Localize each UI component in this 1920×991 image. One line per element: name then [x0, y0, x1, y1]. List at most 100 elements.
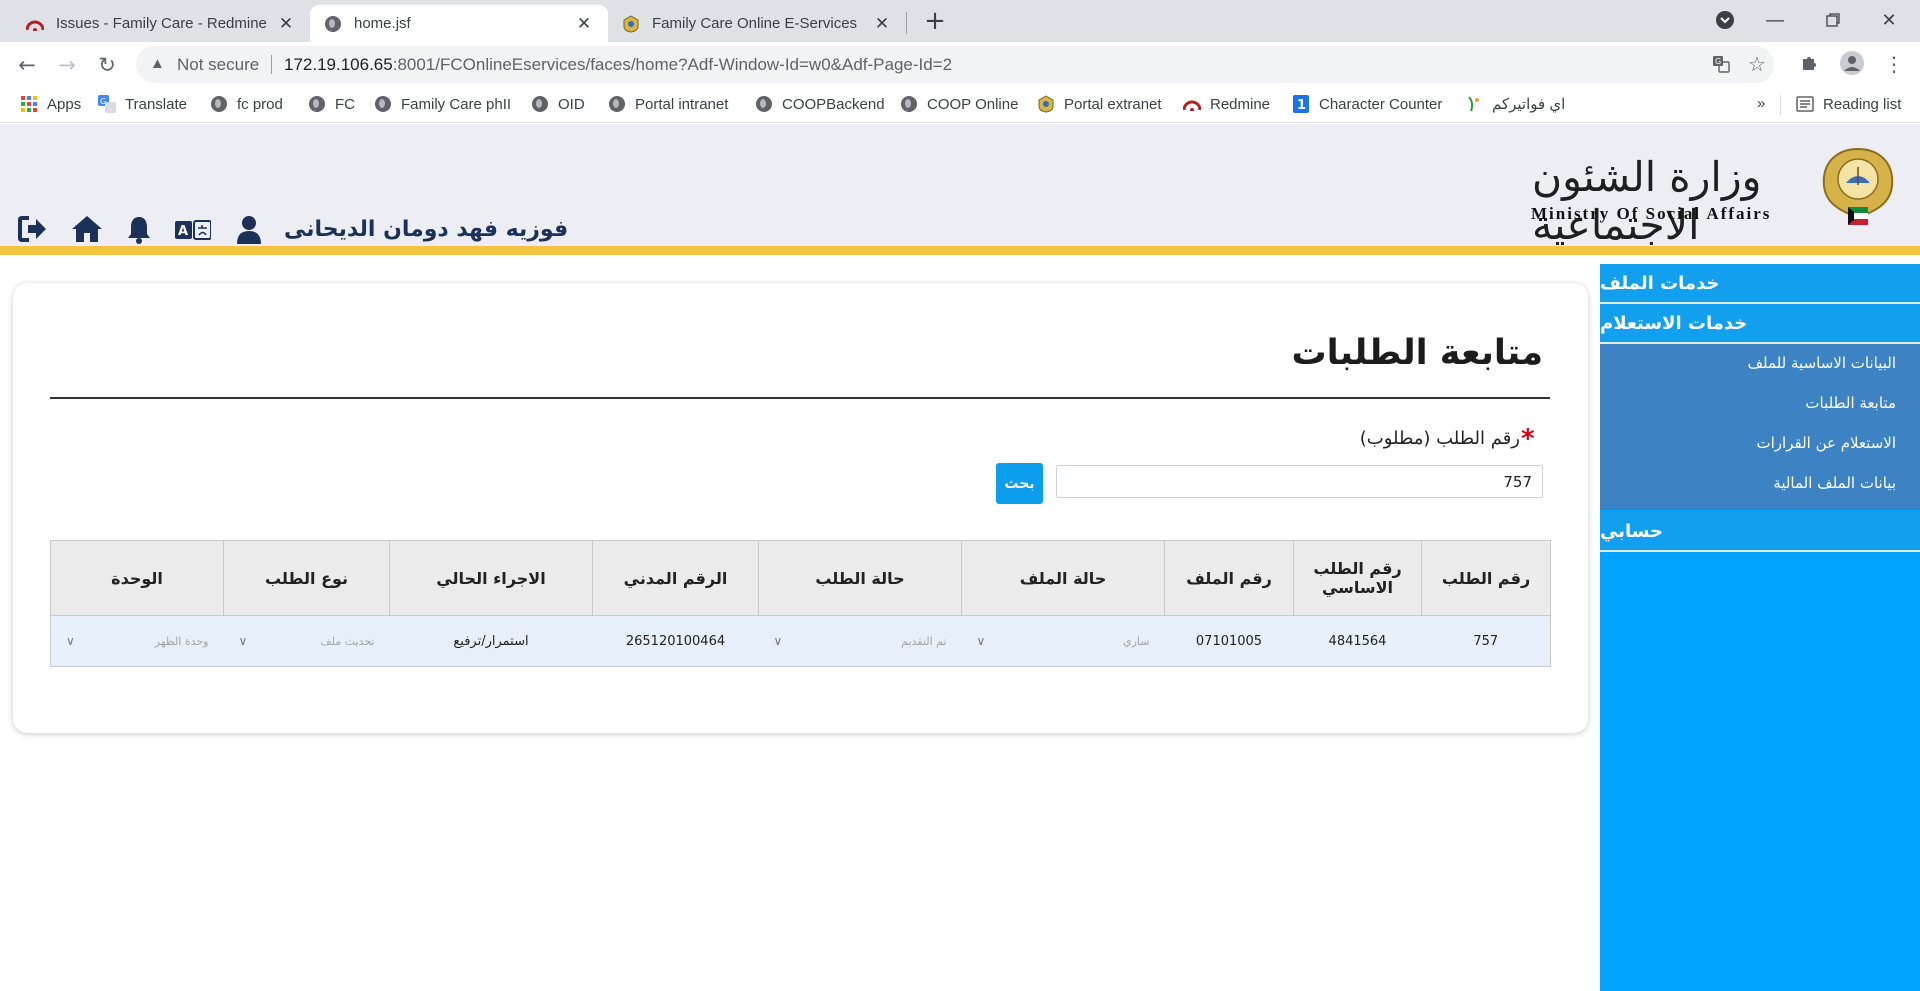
reading-list-button[interactable]: Reading list: [1796, 95, 1901, 113]
tab-redmine-issues[interactable]: Issues - Family Care - Redmine ✕: [12, 5, 310, 42]
notifications-bell-icon[interactable]: [126, 215, 152, 245]
bookmarks-overflow-button[interactable]: »: [1757, 95, 1765, 112]
bookmark-translate[interactable]: G Translate: [98, 95, 187, 113]
request-type-value: تحديث ملف: [320, 634, 375, 648]
sidebar-item-file-financial-data[interactable]: بيانات الملف المالية: [1600, 474, 1896, 492]
url-host: 172.19.106.65: [284, 55, 393, 74]
svg-text:G: G: [1715, 57, 1721, 66]
extensions-puzzle-icon[interactable]: [1800, 54, 1818, 77]
cell-file-status[interactable]: ∨ ساري: [961, 615, 1165, 667]
translate-page-icon[interactable]: G: [1712, 55, 1730, 78]
bookmark-coop-online[interactable]: COOP Online: [900, 95, 1018, 113]
bookmark-label: Redmine: [1210, 95, 1271, 113]
bookmark-family-care-phii[interactable]: Family Care phII: [374, 95, 511, 113]
close-window-icon[interactable]: ✕: [1866, 0, 1912, 40]
new-tab-button[interactable]: +: [922, 6, 948, 36]
column-header-request-no[interactable]: رقم الطلب: [1421, 540, 1551, 616]
language-toggle-icon[interactable]: A: [175, 220, 211, 240]
bookmark-label: OID: [558, 95, 585, 113]
chevron-down-icon: ∨: [238, 634, 248, 648]
cell-unit[interactable]: ∨ وحدة الظهر: [50, 615, 224, 667]
bookmark-label: Portal intranet: [635, 95, 729, 113]
cell-file-no: 07101005: [1164, 615, 1294, 667]
cell-request-type[interactable]: ∨ تحديث ملف: [223, 615, 390, 667]
forward-arrow-icon[interactable]: →: [52, 50, 82, 80]
bookmark-coopbackend[interactable]: COOPBackend: [755, 95, 885, 113]
sidebar-item-requests-tracking[interactable]: متابعة الطلبات: [1600, 394, 1896, 412]
bookmark-portal-extranet[interactable]: Portal extranet: [1037, 95, 1162, 113]
bookmark-invoices[interactable]: اي فواتيركم: [1465, 95, 1565, 113]
kebab-menu-icon[interactable]: ⋮: [1884, 52, 1904, 76]
table-row[interactable]: 757 4841564 07101005 ∨ ساري ∨ تم التقديم…: [50, 615, 1551, 667]
bookmarks-divider: [1780, 95, 1781, 115]
unit-select[interactable]: ∨ وحدة الظهر: [52, 634, 223, 648]
tab-family-care-eservices[interactable]: Family Care Online E-Services ✕: [608, 5, 906, 42]
column-header-file-status[interactable]: حالة الملف: [961, 540, 1165, 616]
close-tab-icon[interactable]: ✕: [276, 14, 296, 34]
reading-list-icon: [1796, 95, 1814, 113]
sidebar-section-inquiry-services[interactable]: خدمات الاستعلام: [1600, 304, 1920, 344]
chevron-down-icon: ∨: [976, 634, 986, 648]
file-status-select[interactable]: ∨ ساري: [963, 634, 1164, 648]
security-label[interactable]: Not secure: [177, 55, 259, 75]
title-divider: [50, 397, 1550, 399]
warning-triangle-icon: ▲: [150, 55, 165, 72]
home-icon[interactable]: [71, 215, 103, 243]
tab-separator: [906, 12, 907, 34]
redmine-icon: [26, 15, 44, 33]
table-header-row: رقم الطلب رقم الطلب الاساسي رقم الملف حا…: [50, 540, 1551, 616]
search-button[interactable]: بحث: [996, 463, 1043, 504]
cell-base-request-no: 4841564: [1293, 615, 1422, 667]
user-profile-icon[interactable]: [236, 215, 262, 245]
logout-icon[interactable]: [18, 215, 48, 243]
globe-icon: [755, 95, 773, 113]
close-tab-icon[interactable]: ✕: [574, 14, 594, 34]
bookmark-label: COOPBackend: [782, 95, 885, 113]
sidebar-section-account[interactable]: حسابي: [1600, 512, 1920, 552]
chevron-down-icon: ∨: [773, 634, 783, 648]
minimize-icon[interactable]: ―: [1752, 0, 1798, 40]
bookmark-apps[interactable]: Apps: [20, 95, 81, 113]
cell-request-no: 757: [1421, 615, 1551, 667]
restore-icon[interactable]: [1810, 0, 1856, 40]
invoice-icon: [1465, 95, 1483, 113]
column-header-unit[interactable]: الوحدة: [50, 540, 224, 616]
sidebar-section-file-services[interactable]: خدمات الملف: [1600, 264, 1920, 304]
sidebar-item-file-basic-data[interactable]: البيانات الاساسية للملف: [1600, 354, 1896, 372]
bookmark-star-icon[interactable]: ☆: [1748, 52, 1766, 77]
address-bar[interactable]: ▲ Not secure 172.19.106.65:8001/FCOnline…: [136, 46, 1774, 83]
bookmark-oid[interactable]: OID: [531, 95, 585, 113]
bookmark-redmine[interactable]: Redmine: [1183, 95, 1270, 113]
sidebar-section-label: خدمات الملف: [1600, 272, 1720, 294]
column-header-current-action[interactable]: الاجراء الحالي: [389, 540, 593, 616]
bookmark-portal-intranet[interactable]: Portal intranet: [608, 95, 728, 113]
bookmark-fc-prod[interactable]: fc prod: [210, 95, 283, 113]
request-type-select[interactable]: ∨ تحديث ملف: [225, 634, 389, 648]
column-header-file-no[interactable]: رقم الملف: [1164, 540, 1294, 616]
user-name: فوزيه فهد دومان الديحانى: [284, 217, 569, 242]
back-arrow-icon[interactable]: ←: [12, 50, 42, 80]
bookmark-character-counter[interactable]: 1 Character Counter: [1292, 95, 1442, 113]
column-header-request-status[interactable]: حالة الطلب: [758, 540, 962, 616]
column-header-base-request-no[interactable]: رقم الطلب الاساسي: [1293, 540, 1422, 616]
url-text[interactable]: 172.19.106.65:8001/FCOnlineEservices/fac…: [284, 55, 952, 75]
tab-home-jsf[interactable]: home.jsf ✕: [310, 5, 608, 42]
request-number-label: رقم الطلب (مطلوب): [1359, 428, 1520, 449]
request-status-select[interactable]: ∨ تم التقديم: [760, 634, 961, 648]
cell-current-action: استمرار/ترفيع: [389, 615, 593, 667]
bookmark-label: Portal extranet: [1064, 95, 1162, 113]
browser-tab-strip: Issues - Family Care - Redmine ✕ home.js…: [0, 0, 1920, 42]
tab-search-icon[interactable]: [1702, 0, 1748, 40]
sidebar-item-decisions-inquiry[interactable]: الاستعلام عن القرارات: [1600, 434, 1897, 452]
cell-request-status[interactable]: ∨ تم التقديم: [758, 615, 962, 667]
bookmark-fc[interactable]: FC: [308, 95, 355, 113]
request-number-input[interactable]: [1056, 465, 1543, 498]
close-tab-icon[interactable]: ✕: [872, 14, 892, 34]
globe-icon: [900, 95, 918, 113]
tab-title: Family Care Online E-Services: [652, 15, 858, 32]
reload-icon[interactable]: ↻: [92, 50, 122, 80]
profile-avatar-icon[interactable]: [1840, 51, 1864, 80]
column-header-request-type[interactable]: نوع الطلب: [223, 540, 390, 616]
cell-civil-id: 265120100464: [592, 615, 759, 667]
column-header-civil-id[interactable]: الرقم المدني: [592, 540, 759, 616]
